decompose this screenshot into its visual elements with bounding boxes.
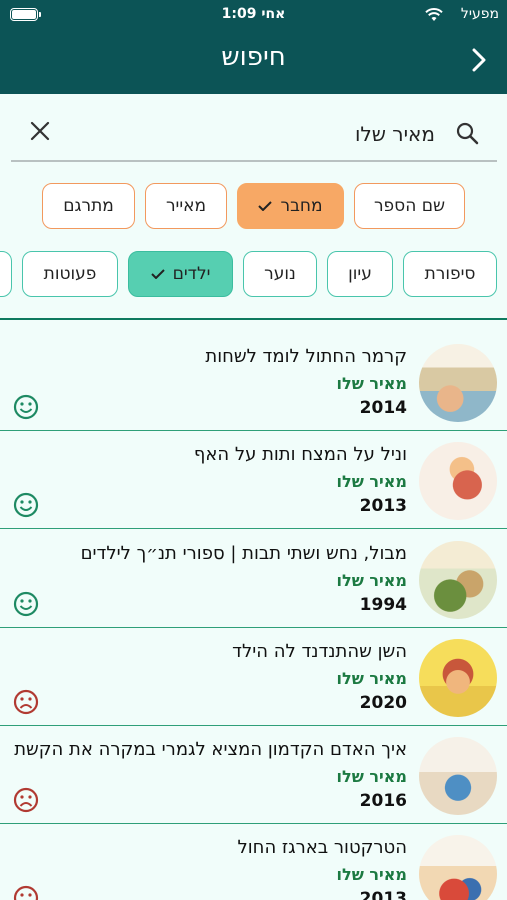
checkmark-icon	[150, 269, 165, 279]
frown-icon[interactable]	[13, 787, 39, 813]
filter-author[interactable]: מחבר	[237, 183, 344, 229]
close-icon[interactable]	[29, 120, 51, 142]
filter-fiction[interactable]: סיפורת	[403, 251, 497, 297]
book-author: מאיר שלו	[336, 374, 407, 393]
smile-icon[interactable]	[13, 591, 39, 617]
book-year: 2016	[359, 791, 407, 811]
book-title: השן שהתנדנד לה הילד	[232, 641, 407, 662]
book-author: מאיר שלו	[336, 472, 407, 491]
book-title: קרמר החתול לומד לשחות	[205, 346, 407, 367]
frown-icon[interactable]	[13, 885, 39, 900]
result-row[interactable]: הטרקטור בארגז החול מאיר שלו 2013	[0, 823, 507, 900]
result-row[interactable]: השן שהתנדנד לה הילד מאיר שלו 2020	[0, 627, 507, 726]
filter-nonfiction[interactable]: עיון	[327, 251, 393, 297]
filter-toddlers[interactable]: פעוטות	[22, 251, 118, 297]
search-field[interactable]: מאיר שלו	[11, 104, 497, 162]
filter-label: ילדים	[172, 264, 211, 284]
smile-icon[interactable]	[13, 394, 39, 420]
book-author: מאיר שלו	[336, 865, 407, 884]
search-icon[interactable]	[455, 121, 479, 145]
book-title: וניל על המצח ותות על האף	[193, 444, 407, 465]
book-cover	[419, 737, 497, 815]
filter-children[interactable]: ילדים	[128, 251, 233, 297]
result-row[interactable]: קרמר החתול לומד לשחות מאיר שלו 2014	[0, 332, 507, 431]
book-title: מבול, נחש ושתי תבות | ספורי תנ״ך לילדים	[80, 543, 407, 564]
filter-label: שם הספר	[373, 196, 446, 216]
smile-icon[interactable]	[13, 492, 39, 518]
frown-icon[interactable]	[13, 689, 39, 715]
book-year: 2014	[359, 398, 407, 418]
search-input[interactable]: מאיר שלו	[355, 122, 435, 146]
filter-book-name[interactable]: שם הספר	[354, 183, 465, 229]
filter-label: מחבר	[280, 196, 323, 216]
book-cover	[419, 835, 497, 900]
page-title: חיפוש	[221, 42, 286, 72]
result-row[interactable]: וניל על המצח ותות על האף מאיר שלו 2013	[0, 430, 507, 529]
book-title: איך האדם הקדמון המציא לגמרי במקרה את הקש…	[14, 739, 407, 760]
filter-label: עיון	[348, 264, 372, 284]
checkmark-icon	[258, 201, 273, 211]
filter-translator[interactable]: מתרגם	[42, 183, 135, 229]
book-cover	[419, 639, 497, 717]
book-author: מאיר שלו	[336, 571, 407, 590]
header-bar: 1:09 אחי מפעיל חיפוש	[0, 0, 507, 94]
book-author: מאיר שלו	[336, 767, 407, 786]
filter-label: מאייר	[165, 196, 207, 216]
book-title: הטרקטור בארגז החול	[237, 837, 407, 858]
filter-label: נוער	[264, 264, 296, 284]
book-cover	[419, 442, 497, 520]
filter-youth[interactable]: נוער	[243, 251, 317, 297]
book-author: מאיר שלו	[336, 669, 407, 688]
book-year: 2013	[359, 889, 407, 900]
filter-label: סיפורת	[424, 264, 476, 284]
book-year: 1994	[359, 595, 407, 615]
wifi-icon	[425, 8, 443, 21]
filter-label: פעוטות	[43, 264, 97, 284]
chevron-right-icon[interactable]	[471, 48, 487, 72]
filter-illustrator[interactable]: מאייר	[145, 183, 227, 229]
filter-label: מתרגם	[63, 196, 114, 216]
book-cover	[419, 344, 497, 422]
book-year: 2013	[359, 496, 407, 516]
status-bar: 1:09 אחי מפעיל	[0, 6, 507, 24]
divider	[0, 318, 507, 320]
book-year: 2020	[359, 693, 407, 713]
status-carrier: מפעיל	[460, 6, 499, 22]
book-cover	[419, 541, 497, 619]
filter-more[interactable]	[0, 251, 12, 297]
result-row[interactable]: איך האדם הקדמון המציא לגמרי במקרה את הקש…	[0, 725, 507, 824]
result-row[interactable]: מבול, נחש ושתי תבות | ספורי תנ״ך לילדים …	[0, 529, 507, 628]
